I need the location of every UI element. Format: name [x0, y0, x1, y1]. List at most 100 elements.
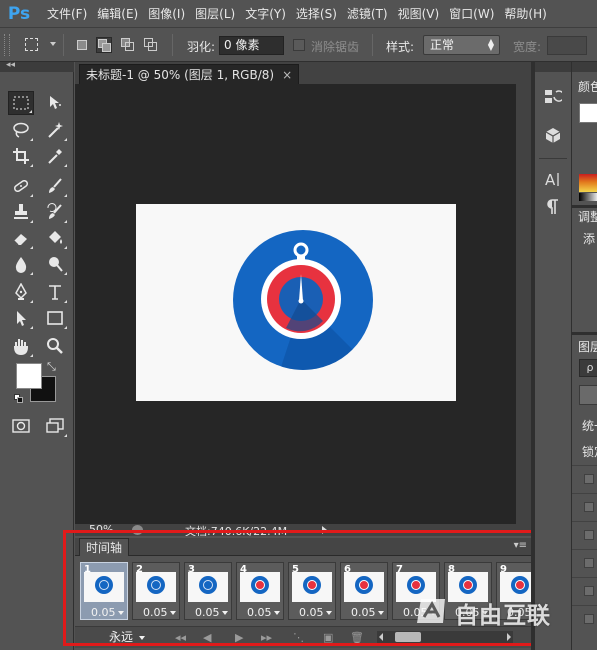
lasso-icon[interactable]	[8, 118, 34, 142]
layer-row[interactable]	[572, 605, 597, 633]
menu-help[interactable]: 帮助(H)	[499, 5, 551, 22]
menu-window[interactable]: 窗口(W)	[444, 5, 499, 22]
zoom-level[interactable]: 50%	[89, 524, 113, 536]
rectangle-shape-icon[interactable]	[42, 306, 68, 330]
path-selection-icon[interactable]	[8, 306, 34, 330]
crop-icon[interactable]	[8, 144, 34, 168]
default-colors-icon[interactable]	[14, 394, 24, 404]
collapse-icon[interactable]: ◂◂	[6, 60, 15, 70]
status-menu-arrow-icon[interactable]	[322, 526, 327, 534]
new-selection-button[interactable]	[74, 37, 90, 53]
grayscale-ramp[interactable]	[579, 193, 597, 201]
layer-row[interactable]	[572, 465, 597, 493]
move-icon[interactable]	[42, 91, 68, 115]
layer-row[interactable]	[572, 521, 597, 549]
loop-select[interactable]: 永远	[109, 629, 161, 646]
frame-delay-select[interactable]: 0.05	[143, 606, 176, 619]
menu-filter[interactable]: 滤镜(T)	[342, 5, 393, 22]
close-icon[interactable]: ×	[282, 68, 292, 82]
animation-frame[interactable]: 4 0.05	[236, 562, 284, 620]
document-canvas[interactable]	[136, 204, 456, 401]
magic-wand-icon[interactable]	[42, 118, 68, 142]
3d-panel-icon[interactable]	[541, 124, 565, 146]
layers-panel-tab[interactable]: 图层	[578, 338, 597, 355]
antialias-checkbox[interactable]	[293, 39, 305, 51]
scroll-left-icon[interactable]	[379, 633, 383, 641]
animation-frame[interactable]: 2 0.05	[132, 562, 180, 620]
tween-icon[interactable]: ⋱	[293, 630, 304, 645]
layer-row[interactable]	[572, 493, 597, 521]
frame-delay-select[interactable]: 0.05	[299, 606, 332, 619]
type-icon[interactable]	[42, 280, 68, 304]
width-input[interactable]	[547, 36, 587, 55]
status-info-icon[interactable]	[132, 525, 143, 535]
add-to-selection-button[interactable]	[96, 37, 112, 53]
paint-bucket-icon[interactable]	[42, 226, 68, 250]
healing-brush-icon[interactable]	[8, 174, 34, 198]
layer-row[interactable]	[572, 577, 597, 605]
layer-visibility-icon[interactable]	[584, 474, 594, 484]
menu-image[interactable]: 图像(I)	[143, 5, 190, 22]
feather-input[interactable]: 0 像素	[219, 36, 284, 55]
clone-stamp-icon[interactable]	[8, 200, 34, 224]
next-frame-icon[interactable]: ▸▸	[261, 630, 272, 645]
hand-icon[interactable]	[8, 334, 34, 358]
history-panel-icon[interactable]	[541, 86, 565, 108]
layer-visibility-icon[interactable]	[584, 530, 594, 540]
frame-delay-select[interactable]: 0.05	[195, 606, 228, 619]
quick-mask-icon[interactable]	[8, 414, 34, 438]
menu-view[interactable]: 视图(V)	[393, 5, 445, 22]
color-panel-tab[interactable]: 颜色	[578, 78, 597, 95]
dodge-icon[interactable]	[42, 252, 68, 276]
animation-frame[interactable]: 3 0.05	[184, 562, 232, 620]
scrollbar-thumb[interactable]	[395, 632, 421, 642]
tool-preset-dropdown-icon[interactable]	[50, 42, 56, 46]
menu-file[interactable]: 文件(F)	[42, 5, 92, 22]
layer-visibility-icon[interactable]	[584, 558, 594, 568]
menu-layer[interactable]: 图层(L)	[190, 5, 240, 22]
canvas-area[interactable]	[75, 84, 516, 524]
zoom-icon[interactable]	[42, 334, 68, 358]
play-icon[interactable]: ▶	[235, 630, 243, 645]
swap-colors-icon[interactable]: ⤡	[47, 360, 56, 374]
history-brush-icon[interactable]	[42, 200, 68, 224]
frame-delay-select[interactable]: 0.05	[351, 606, 384, 619]
dock-header[interactable]	[535, 62, 571, 72]
layer-visibility-icon[interactable]	[584, 614, 594, 624]
scroll-right-icon[interactable]	[507, 633, 511, 641]
layer-visibility-icon[interactable]	[584, 502, 594, 512]
layer-row[interactable]	[572, 549, 597, 577]
document-tab[interactable]: 未标题-1 @ 50% (图层 1, RGB/8) ×	[79, 64, 300, 84]
animation-frame[interactable]: 6 0.05	[340, 562, 388, 620]
first-frame-icon[interactable]: ◂◂	[175, 630, 186, 645]
adjustments-panel-tab[interactable]: 调整	[578, 208, 597, 225]
paragraph-panel-icon[interactable]	[541, 196, 565, 218]
blend-mode-select[interactable]	[579, 385, 597, 405]
frame-delay-select[interactable]: 0.05	[91, 606, 124, 619]
rect-marquee-icon[interactable]	[8, 91, 34, 115]
timeline-tab[interactable]: 时间轴	[79, 538, 130, 556]
delete-frame-icon[interactable]: 🗑	[350, 630, 364, 645]
animation-frame[interactable]: 5 0.05	[288, 562, 336, 620]
color-spectrum-ramp[interactable]	[579, 174, 597, 192]
canvas-vertical-scrollbar[interactable]	[516, 84, 531, 524]
screen-mode-icon[interactable]	[42, 414, 68, 438]
pen-icon[interactable]	[8, 280, 34, 304]
options-grip[interactable]	[4, 34, 10, 56]
intersect-selection-button[interactable]	[143, 37, 159, 53]
menu-type[interactable]: 文字(Y)	[240, 5, 291, 22]
character-panel-icon[interactable]: A	[541, 168, 565, 190]
menu-select[interactable]: 选择(S)	[291, 5, 342, 22]
previous-frame-icon[interactable]: ◀	[203, 630, 211, 645]
layer-visibility-icon[interactable]	[584, 586, 594, 596]
subtract-from-selection-button[interactable]	[120, 37, 136, 53]
style-select[interactable]: 正常 ▲ ▼	[423, 35, 500, 55]
eyedropper-icon[interactable]	[42, 144, 68, 168]
tools-panel-header[interactable]: ◂◂	[0, 60, 74, 72]
brush-icon[interactable]	[42, 174, 68, 198]
menu-edit[interactable]: 编辑(E)	[92, 5, 143, 22]
right-panel-header[interactable]	[572, 62, 597, 72]
foreground-color-swatch[interactable]	[16, 363, 42, 389]
animation-frame[interactable]: 1 0.05	[80, 562, 128, 620]
layer-filter-icon[interactable]: ρ	[579, 359, 597, 377]
